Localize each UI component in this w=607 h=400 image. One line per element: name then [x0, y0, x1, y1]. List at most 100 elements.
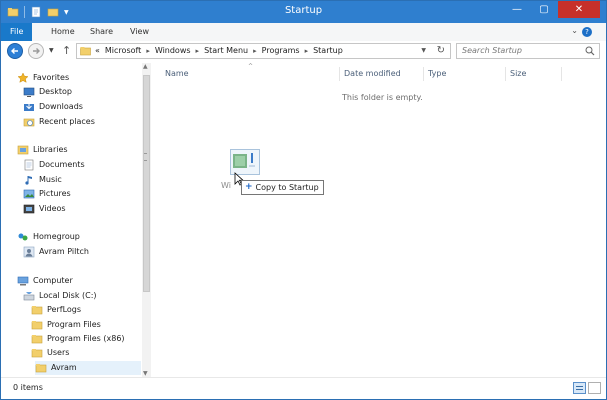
- forward-button[interactable]: [28, 43, 44, 59]
- address-dropdown-icon[interactable]: ▼: [421, 47, 426, 54]
- nav-section-label: Libraries: [33, 145, 68, 154]
- nav-section-label: Favorites: [33, 73, 70, 82]
- details-view-icon[interactable]: [573, 382, 586, 394]
- scroll-down-icon[interactable]: ▼: [143, 370, 148, 377]
- recent-locations-icon[interactable]: ▼: [49, 47, 54, 54]
- plus-icon: +: [245, 182, 253, 192]
- nav-item-music[interactable]: Music: [23, 173, 62, 187]
- nav-section-label: Homegroup: [33, 232, 80, 241]
- nav-favorites[interactable]: Favorites: [17, 71, 69, 85]
- nav-item-label: Pictures: [39, 189, 71, 198]
- nav-item-downloads[interactable]: Downloads: [23, 100, 83, 114]
- nav-item-label: Users: [47, 348, 70, 357]
- scroll-up-icon[interactable]: ▲: [143, 63, 148, 70]
- column-divider[interactable]: [339, 67, 340, 81]
- nav-homegroup[interactable]: Homegroup: [17, 230, 80, 244]
- up-arrow-icon[interactable]: ↑: [62, 44, 71, 57]
- title-bar[interactable]: ▼ Startup — ▢ ✕: [1, 1, 606, 23]
- navigation-pane-scrollbar[interactable]: ▲ ▼: [142, 63, 151, 377]
- nav-item-label: PerfLogs: [47, 305, 82, 314]
- scrollbar-grip: [144, 153, 147, 161]
- nav-item-videos[interactable]: Videos: [23, 202, 66, 216]
- breadcrumb-windows[interactable]: Windows: [155, 46, 191, 55]
- column-header-name[interactable]: Name: [165, 67, 189, 81]
- nav-item-desktop[interactable]: Desktop: [23, 85, 72, 99]
- column-header-size[interactable]: Size: [510, 67, 526, 81]
- libraries-icon: [17, 145, 29, 155]
- nav-item-label: Local Disk (C:): [39, 291, 97, 300]
- column-divider[interactable]: [561, 67, 562, 81]
- file-list[interactable]: ^ Name Date modified Type Size This fold…: [153, 63, 606, 377]
- address-row: ▼ ↑ « Microsoft ▸ Windows ▸ Start Menu ▸…: [1, 41, 606, 63]
- drag-tooltip: + Copy to Startup: [241, 180, 324, 195]
- nav-item-perflogs[interactable]: PerfLogs: [31, 303, 81, 317]
- tab-home[interactable]: Home: [42, 23, 84, 41]
- nav-item-recent-places[interactable]: Recent places: [23, 115, 95, 129]
- breadcrumb-chevron-icon[interactable]: ▸: [146, 47, 150, 55]
- tab-file[interactable]: File: [1, 23, 33, 41]
- music-icon: [25, 176, 32, 185]
- nav-libraries[interactable]: Libraries: [17, 143, 68, 157]
- column-header-date-modified[interactable]: Date modified: [344, 67, 401, 81]
- downloads-icon: [24, 102, 34, 111]
- tab-view[interactable]: View: [121, 23, 158, 41]
- documents-icon: [24, 159, 34, 171]
- expand-ribbon-icon[interactable]: ⌄: [571, 26, 578, 35]
- nav-item-label: Program Files: [47, 320, 101, 329]
- breadcrumb-overflow[interactable]: «: [95, 46, 100, 55]
- folder-icon: [31, 349, 43, 358]
- folder-icon: [80, 47, 91, 56]
- breadcrumb-microsoft[interactable]: Microsoft: [105, 46, 141, 55]
- maximize-button[interactable]: ▢: [531, 1, 557, 18]
- dragged-file-label: Wi: [221, 181, 231, 190]
- column-divider[interactable]: [423, 67, 424, 81]
- nav-item-users[interactable]: Users: [31, 346, 69, 360]
- refresh-icon[interactable]: ↻: [437, 45, 445, 56]
- window-controls: — ▢ ✕: [504, 1, 600, 19]
- address-bar[interactable]: « Microsoft ▸ Windows ▸ Start Menu ▸ Pro…: [76, 43, 451, 59]
- navigation-pane: Favorites Desktop Downloads Recent place…: [1, 63, 151, 377]
- breadcrumb-start-menu[interactable]: Start Menu: [204, 46, 248, 55]
- nav-item-avram-piltch[interactable]: Avram Piltch: [23, 245, 89, 259]
- scrollbar-thumb[interactable]: [143, 75, 150, 292]
- search-icon[interactable]: [585, 46, 595, 56]
- close-button[interactable]: ✕: [558, 1, 600, 18]
- nav-item-program-files[interactable]: Program Files: [31, 318, 101, 332]
- tab-share[interactable]: Share: [81, 23, 122, 41]
- breadcrumb-chevron-icon[interactable]: ▸: [253, 47, 257, 55]
- nav-item-local-disk[interactable]: Local Disk (C:): [23, 289, 97, 303]
- nav-item-label: Recent places: [39, 117, 95, 126]
- drag-tooltip-label: Copy to Startup: [255, 183, 319, 192]
- nav-item-program-files-x86[interactable]: Program Files (x86): [31, 332, 125, 346]
- column-divider[interactable]: [505, 67, 506, 81]
- search-input[interactable]: Search Startup: [456, 43, 600, 59]
- nav-computer[interactable]: Computer: [17, 274, 73, 288]
- breadcrumb: « Microsoft ▸ Windows ▸ Start Menu ▸ Pro…: [95, 46, 343, 55]
- folder-icon: [31, 306, 43, 315]
- nav-item-label: Avram Piltch: [39, 247, 89, 256]
- nav-item-documents[interactable]: Documents: [23, 158, 85, 172]
- folder-icon: [31, 335, 43, 344]
- computer-icon: [17, 276, 29, 286]
- back-arrow-icon: [11, 48, 18, 54]
- drive-icon: [23, 292, 35, 301]
- breadcrumb-startup[interactable]: Startup: [313, 46, 343, 55]
- breadcrumb-chevron-icon[interactable]: ▸: [196, 47, 200, 55]
- ribbon-tabs: File Home Share View ⌄ ?: [1, 23, 606, 42]
- nav-item-avram[interactable]: Avram: [35, 361, 141, 375]
- help-icon[interactable]: ?: [582, 27, 592, 37]
- large-icons-view-icon[interactable]: [588, 382, 601, 394]
- nav-item-label: Videos: [39, 204, 66, 213]
- program-icon: [233, 153, 255, 168]
- breadcrumb-programs[interactable]: Programs: [262, 46, 300, 55]
- nav-item-label: Program Files (x86): [47, 334, 125, 343]
- star-icon: [17, 72, 29, 83]
- nav-item-pictures[interactable]: Pictures: [23, 187, 71, 201]
- back-button[interactable]: [7, 43, 23, 59]
- column-header-type[interactable]: Type: [428, 67, 446, 81]
- minimize-button[interactable]: —: [504, 1, 530, 18]
- breadcrumb-chevron-icon[interactable]: ▸: [305, 47, 309, 55]
- nav-section-label: Computer: [33, 276, 73, 285]
- nav-item-label: Downloads: [39, 102, 83, 111]
- folder-icon: [31, 321, 43, 330]
